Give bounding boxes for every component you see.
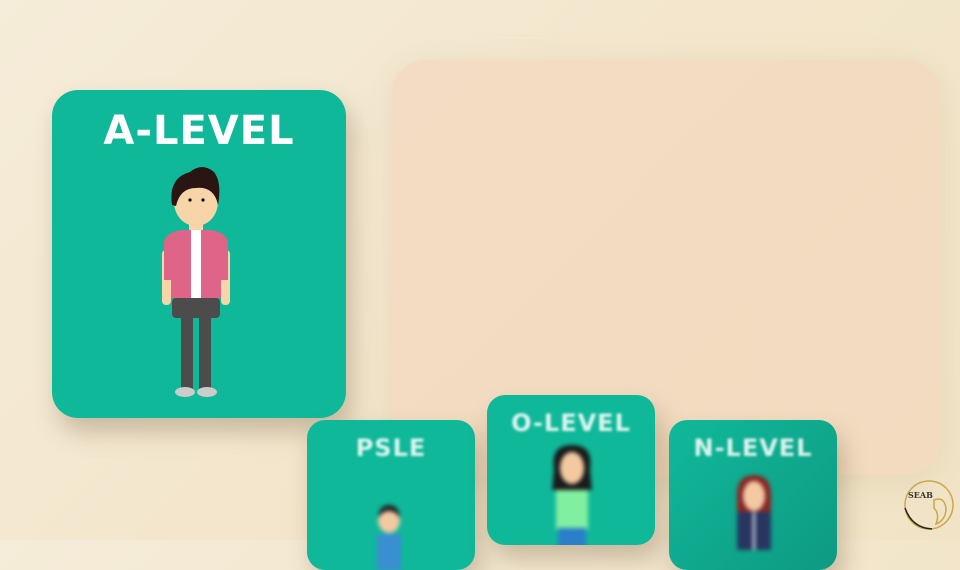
card-title: A-LEVEL	[103, 108, 295, 154]
o-level-card[interactable]: O-LEVEL	[487, 395, 655, 545]
student-figure-icon	[552, 445, 592, 545]
card-title: PSLE	[355, 434, 427, 462]
student-figure-icon	[377, 505, 401, 570]
seab-logo: SEAB	[904, 480, 954, 530]
a-level-card[interactable]: A-LEVEL	[52, 90, 346, 418]
student-figure-icon	[736, 475, 772, 550]
svg-text:SEAB: SEAB	[908, 490, 933, 500]
content-panel	[392, 60, 940, 475]
card-title: N-LEVEL	[693, 434, 813, 462]
card-title: O-LEVEL	[511, 409, 631, 437]
psle-card[interactable]: PSLE	[307, 420, 475, 570]
student-figure-icon	[162, 167, 230, 397]
n-level-card[interactable]: N-LEVEL	[669, 420, 837, 570]
